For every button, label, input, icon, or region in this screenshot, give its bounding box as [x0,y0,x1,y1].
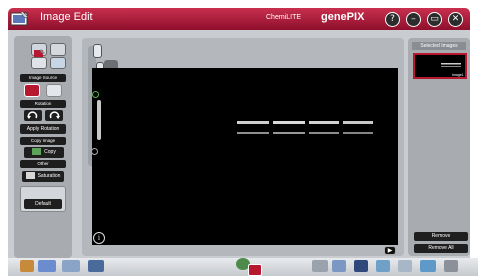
help-button[interactable]: ? [385,12,400,27]
rotate-right-button[interactable] [45,110,63,121]
compare-icon[interactable] [50,43,66,56]
tools-icon[interactable] [88,260,104,272]
source-camera-icon[interactable] [24,84,40,97]
copy-button-label: Copy [44,149,56,155]
gel-bands [237,121,373,134]
source-file-icon[interactable] [46,84,62,97]
minimize-button[interactable]: – [406,12,421,27]
active-edit-icon[interactable] [248,264,262,276]
rotate-left-button[interactable] [24,110,42,121]
layout-icon[interactable] [31,57,47,69]
apply-rotation-button[interactable]: Apply Rotation [20,124,66,134]
thumb-band-1 [441,63,461,65]
capture-icon[interactable] [38,260,56,272]
copy-button[interactable]: Copy [24,147,64,158]
default-button[interactable]: Default [24,199,62,209]
window-title: Image Edit [40,11,93,23]
home-icon[interactable] [20,260,34,272]
lane-indicator [97,100,101,140]
lane-marker-bottom[interactable] [91,148,98,155]
gallery-tool-icon[interactable] [312,260,328,272]
close-button[interactable]: ✕ [448,12,463,27]
print-icon[interactable] [398,260,412,272]
app-icon [10,10,29,26]
copy-icon [32,148,42,156]
brand-label: genePIX [321,11,365,23]
maximize-button[interactable]: ▭ [427,12,442,27]
band-1-lower [237,132,269,134]
saturation-icon [25,172,35,180]
selected-images-label: Selected Images [412,42,466,50]
band-4-lower [343,132,373,134]
report-icon[interactable] [332,260,346,272]
image-source-label: Image Source [20,74,66,82]
band-2-lower [273,132,305,134]
thumbnail-name: Image1 [452,73,464,77]
band-2-upper [273,121,305,124]
other-label: Other [20,160,66,168]
remove-button[interactable]: Remove [414,232,468,241]
expand-icon[interactable]: ▶ [384,246,396,255]
monitor-icon[interactable] [354,260,368,272]
rotate-left-icon [27,111,38,119]
slider-handle-top[interactable] [93,44,102,58]
settings-tool-icon[interactable] [444,260,458,272]
rotate-right-icon [49,111,60,119]
band-3-upper [309,121,339,124]
lane-marker-top[interactable] [92,91,99,98]
copy-image-label: Copy Image [20,137,66,145]
gel-image[interactable] [92,68,398,245]
remove-all-button[interactable]: Remove All [414,244,468,253]
thumb-band-2 [441,66,461,67]
band-1-upper [237,121,269,124]
rotation-label: Rotation [20,100,66,108]
chart-tool-icon[interactable] [420,260,436,272]
info-icon[interactable]: i [93,232,105,244]
band-4-upper [343,121,373,124]
band-3-lower [309,132,339,134]
analysis-icon[interactable] [62,260,80,272]
edit-mode-icon[interactable] [31,43,47,57]
gallery-icon[interactable] [50,57,66,69]
saturation-button-label: Saturation [37,173,61,179]
export-icon[interactable] [376,260,390,272]
saturation-button[interactable]: Saturation [22,171,64,182]
model-label: ChemiLITE [266,14,302,21]
